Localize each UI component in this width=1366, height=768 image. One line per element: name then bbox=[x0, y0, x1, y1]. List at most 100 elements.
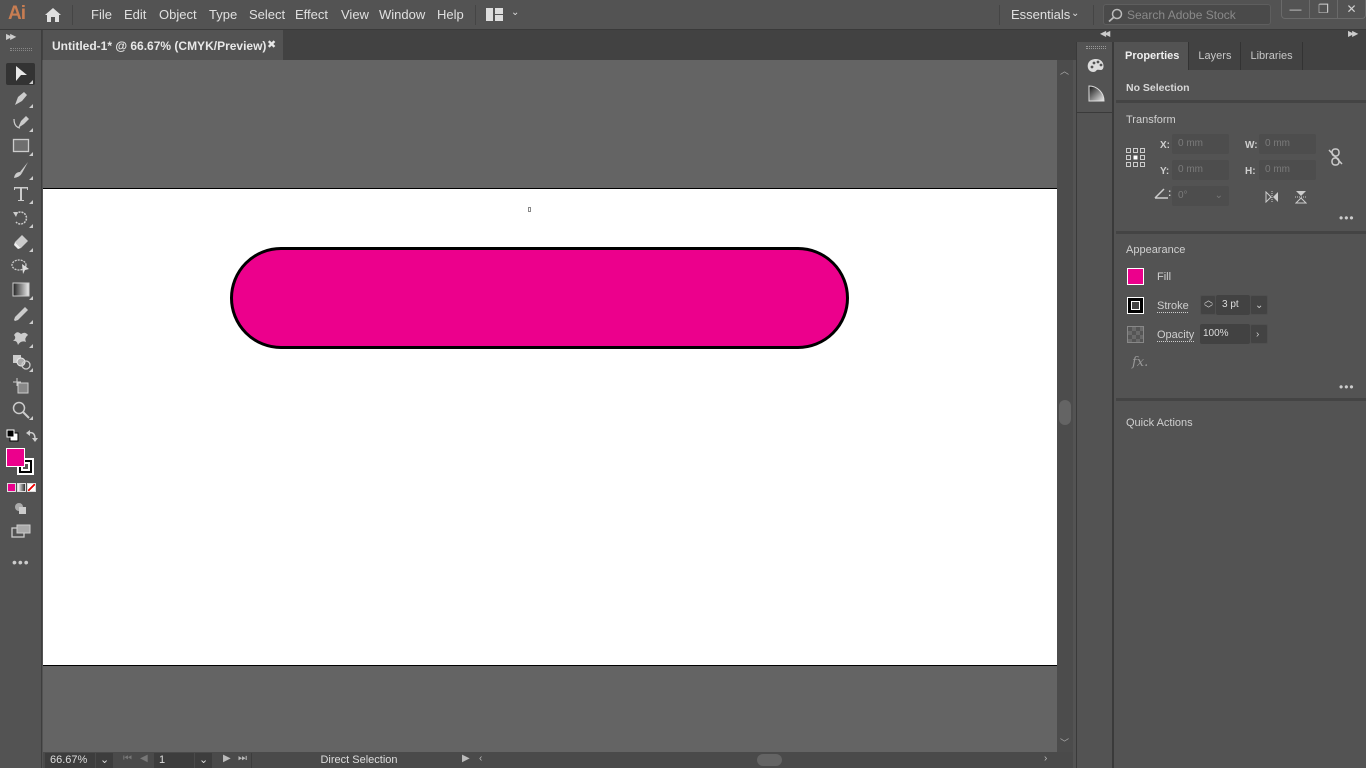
drawing-modes-icon[interactable] bbox=[13, 501, 29, 515]
collapse-panels-icon[interactable]: ▶▶ bbox=[1348, 29, 1358, 38]
fill-color-swatch[interactable] bbox=[6, 448, 25, 467]
type-tool[interactable] bbox=[6, 183, 35, 205]
scroll-up-icon[interactable]: ︿ bbox=[1060, 64, 1069, 77]
reference-point-icon[interactable] bbox=[1126, 148, 1145, 167]
collapse-dock-icon[interactable]: ◀◀ bbox=[1100, 29, 1110, 38]
workspace-switcher[interactable]: Essentials bbox=[1011, 7, 1070, 22]
blend-tool[interactable] bbox=[6, 327, 35, 349]
arrange-documents-icon[interactable] bbox=[486, 8, 503, 21]
vertical-scrollbar[interactable]: ︿ ﹀ bbox=[1057, 60, 1073, 752]
color-guide-icon[interactable] bbox=[1088, 85, 1105, 102]
chevron-down-icon[interactable]: ⌄ bbox=[1071, 8, 1079, 19]
x-position-field[interactable]: 0 mm bbox=[1172, 134, 1229, 154]
swap-fill-stroke-icon[interactable] bbox=[26, 429, 38, 442]
chevron-down-icon[interactable]: ⌄ bbox=[511, 7, 519, 18]
stroke-weight-field[interactable]: 3 pt bbox=[1216, 295, 1250, 315]
pen-tool[interactable] bbox=[6, 87, 35, 109]
opacity-field[interactable]: 100% bbox=[1200, 324, 1250, 344]
close-tab-icon[interactable]: ✖ bbox=[267, 38, 276, 51]
constrain-proportions-icon[interactable] bbox=[1328, 148, 1343, 166]
artboard-number-field[interactable]: 1 bbox=[154, 753, 194, 768]
menu-view[interactable]: View bbox=[341, 7, 369, 22]
rotate-angle-field[interactable]: 0° ⌄ bbox=[1172, 186, 1229, 206]
gradient-tool[interactable] bbox=[6, 279, 35, 301]
menu-type[interactable]: Type bbox=[209, 7, 237, 22]
current-tool-status: Direct Selection bbox=[251, 753, 461, 768]
screen-mode-icon[interactable] bbox=[11, 524, 31, 538]
rectangle-tool[interactable] bbox=[6, 135, 35, 157]
stroke-label[interactable]: Stroke bbox=[1157, 300, 1189, 312]
height-field[interactable]: 0 mm bbox=[1259, 160, 1316, 180]
chevron-down-icon[interactable]: ⌄ bbox=[1215, 186, 1223, 206]
default-fill-stroke-icon[interactable] bbox=[6, 429, 19, 442]
flip-horizontal-icon[interactable] bbox=[1265, 191, 1279, 203]
stroke-weight-chevron-icon[interactable]: ⌄ bbox=[1250, 295, 1268, 315]
menu-separator bbox=[72, 5, 73, 25]
paintbrush-tool[interactable] bbox=[6, 159, 35, 181]
status-menu-icon[interactable]: ▶ bbox=[462, 753, 470, 764]
rotate-tool[interactable] bbox=[6, 207, 35, 229]
previous-artboard-icon[interactable]: ◀ bbox=[140, 753, 148, 764]
zoom-level-field[interactable]: 66.67% bbox=[45, 753, 95, 768]
menu-separator bbox=[999, 5, 1000, 25]
eraser-tool[interactable] bbox=[6, 231, 35, 253]
direct-selection-tool[interactable] bbox=[6, 63, 35, 85]
menu-edit[interactable]: Edit bbox=[124, 7, 146, 22]
puppet-warp-tool[interactable] bbox=[6, 255, 35, 277]
scroll-down-icon[interactable]: ﹀ bbox=[1060, 736, 1069, 749]
rotate-icon bbox=[12, 211, 27, 225]
toolbar-grip[interactable] bbox=[10, 48, 32, 51]
zoom-tool[interactable] bbox=[6, 399, 35, 421]
color-palette-icon[interactable] bbox=[1086, 58, 1106, 74]
artboard-dropdown-chevron-icon[interactable]: ⌄ bbox=[195, 753, 212, 768]
artboard-tool[interactable] bbox=[6, 375, 35, 397]
opacity-label[interactable]: Opacity bbox=[1157, 329, 1194, 341]
scroll-left-icon[interactable]: ‹ bbox=[479, 753, 482, 764]
tab-properties[interactable]: Properties bbox=[1116, 42, 1190, 70]
next-artboard-icon[interactable]: ▶ bbox=[223, 753, 231, 764]
rounded-rectangle-shape[interactable] bbox=[230, 247, 849, 349]
minimize-button[interactable]: — bbox=[1282, 0, 1309, 18]
first-artboard-icon[interactable]: ⏮ bbox=[123, 753, 132, 764]
stroke-weight-stepper[interactable]: ︿ ﹀ bbox=[1200, 295, 1216, 315]
canvas[interactable] bbox=[43, 60, 1057, 752]
fill-swatch[interactable] bbox=[1127, 268, 1144, 285]
home-icon[interactable] bbox=[44, 7, 62, 23]
color-mode-button[interactable] bbox=[7, 483, 16, 492]
scroll-right-icon[interactable]: › bbox=[1044, 753, 1047, 764]
collapse-toolbar-icon[interactable]: ▶▶ bbox=[6, 32, 16, 41]
none-mode-button[interactable] bbox=[27, 483, 36, 492]
vertical-scroll-thumb[interactable] bbox=[1059, 400, 1071, 425]
opacity-expand-chevron-icon[interactable]: › bbox=[1250, 324, 1268, 344]
transform-more-options-icon[interactable]: ••• bbox=[1339, 211, 1355, 225]
menu-object[interactable]: Object bbox=[159, 7, 197, 22]
edit-toolbar-more-icon[interactable]: ••• bbox=[12, 554, 30, 570]
flip-vertical-icon[interactable] bbox=[1295, 190, 1307, 204]
gradient-mode-button[interactable] bbox=[17, 483, 26, 492]
appearance-more-options-icon[interactable]: ••• bbox=[1339, 380, 1355, 394]
menu-help[interactable]: Help bbox=[437, 7, 464, 22]
shape-builder-tool[interactable] bbox=[6, 351, 35, 373]
curvature-tool[interactable] bbox=[6, 111, 35, 133]
search-adobe-stock-input[interactable]: Search Adobe Stock bbox=[1103, 4, 1271, 25]
menu-file[interactable]: File bbox=[91, 7, 112, 22]
dock-grip[interactable] bbox=[1086, 46, 1106, 49]
close-button[interactable]: ✕ bbox=[1337, 0, 1365, 18]
gradient-icon bbox=[12, 282, 29, 297]
artboard[interactable] bbox=[43, 188, 1057, 666]
stroke-swatch[interactable] bbox=[1127, 297, 1144, 314]
document-tab[interactable]: Untitled-1* @ 66.67% (CMYK/Preview) ✖ bbox=[43, 30, 283, 60]
menu-select[interactable]: Select bbox=[249, 7, 285, 22]
menu-window[interactable]: Window bbox=[379, 7, 425, 22]
last-artboard-icon[interactable]: ⏭ bbox=[238, 753, 247, 764]
restore-button[interactable]: ❐ bbox=[1309, 0, 1337, 18]
fx-effects-button[interactable]: fx. bbox=[1132, 355, 1148, 370]
width-field[interactable]: 0 mm bbox=[1259, 134, 1316, 154]
tab-layers[interactable]: Layers bbox=[1189, 42, 1242, 70]
menu-effect[interactable]: Effect bbox=[295, 7, 328, 22]
eyedropper-tool[interactable] bbox=[6, 303, 35, 325]
horizontal-scroll-thumb[interactable] bbox=[757, 754, 782, 766]
tab-libraries[interactable]: Libraries bbox=[1241, 42, 1303, 70]
y-position-field[interactable]: 0 mm bbox=[1172, 160, 1229, 180]
zoom-dropdown-chevron-icon[interactable]: ⌄ bbox=[96, 753, 113, 768]
